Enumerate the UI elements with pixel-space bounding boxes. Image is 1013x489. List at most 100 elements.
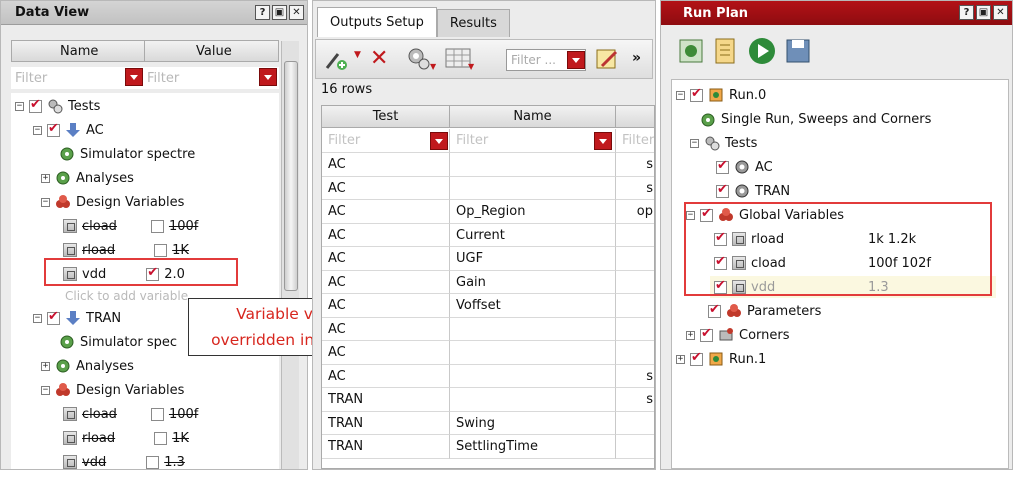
table-cell-c3[interactable] xyxy=(616,341,654,365)
override-checkbox[interactable] xyxy=(146,455,160,469)
table-cell-test[interactable]: AC xyxy=(322,364,450,388)
table-cell-test[interactable]: TRAN xyxy=(322,388,450,412)
scrollbar-thumb[interactable] xyxy=(284,61,298,291)
value-filter-input[interactable]: Filter xyxy=(147,71,179,86)
add-output-icon[interactable] xyxy=(324,48,350,72)
table-cell-name[interactable]: Current xyxy=(450,223,616,247)
column-name-header[interactable]: Name xyxy=(60,44,98,59)
float-icon[interactable]: ▣ xyxy=(976,5,991,20)
tree-item-run0[interactable]: − Run.0 xyxy=(676,84,766,106)
table-cell-c3[interactable]: s xyxy=(616,388,654,412)
name-filter-input[interactable]: Filter xyxy=(450,129,616,153)
outputs-filter-input[interactable]: Filter ... xyxy=(506,49,586,71)
more-tools-icon[interactable]: » xyxy=(632,50,641,66)
variable-row-vdd-tran[interactable]: vdd 1.3 xyxy=(63,451,185,469)
tree-item-corners[interactable]: + Corners xyxy=(686,324,790,346)
table-cell-name[interactable] xyxy=(450,317,616,341)
column-extra-header[interactable] xyxy=(616,106,654,128)
tests-checkbox[interactable] xyxy=(29,97,42,113)
table-cell-c3[interactable]: s xyxy=(616,153,654,177)
name-filter-input[interactable]: Filter xyxy=(15,71,47,86)
new-run-icon[interactable] xyxy=(677,37,705,65)
add-output-dropdown-icon[interactable]: ▼ xyxy=(354,50,361,60)
table-cell-test[interactable]: AC xyxy=(322,153,450,177)
tree-item-single-run[interactable]: Single Run, Sweeps and Corners xyxy=(700,108,931,130)
table-cell-name[interactable]: UGF xyxy=(450,247,616,271)
tree-item-test-tran[interactable]: TRAN xyxy=(716,180,790,202)
value-filter-dropdown-icon[interactable] xyxy=(259,68,277,86)
parameters-checkbox[interactable] xyxy=(708,302,721,318)
column-value-header[interactable]: Value xyxy=(196,44,232,59)
close-icon[interactable]: ✕ xyxy=(289,5,304,20)
table-cell-test[interactable]: AC xyxy=(322,294,450,318)
help-icon[interactable]: ? xyxy=(959,5,974,20)
tree-item-run1[interactable]: + Run.1 xyxy=(676,348,766,370)
collapse-icon[interactable]: − xyxy=(33,125,42,135)
variable-row-cload[interactable]: cload 100f xyxy=(63,215,198,237)
table-cell-name[interactable] xyxy=(450,176,616,200)
table-cell-name[interactable]: SettlingTime xyxy=(450,435,616,459)
table-cell-c3[interactable] xyxy=(616,412,654,435)
table-cell-c3[interactable] xyxy=(616,271,654,294)
corners-checkbox[interactable] xyxy=(700,326,713,342)
collapse-icon[interactable]: − xyxy=(676,90,685,100)
click-to-add-variable[interactable]: Click to add variable xyxy=(65,285,188,307)
table-cell-c3[interactable]: s xyxy=(616,177,654,200)
collapse-icon[interactable]: − xyxy=(15,101,24,111)
tree-item-analyses[interactable]: + Analyses xyxy=(41,167,134,189)
save-icon[interactable] xyxy=(783,36,813,66)
close-icon[interactable]: ✕ xyxy=(993,5,1008,20)
tree-item-simulator-tran[interactable]: Simulator spec xyxy=(59,331,177,353)
settings-icon[interactable] xyxy=(406,46,432,72)
settings-dropdown-icon[interactable]: ▼ xyxy=(430,62,436,71)
expand-icon[interactable]: + xyxy=(41,361,50,371)
tree-item-tests[interactable]: − Tests xyxy=(15,95,100,117)
run0-checkbox[interactable] xyxy=(690,86,703,102)
table-cell-name[interactable]: Voffset xyxy=(450,294,616,318)
table-cell-test[interactable]: AC xyxy=(322,317,450,341)
table-cell-name[interactable]: Gain xyxy=(450,270,616,294)
table-cell-test[interactable]: AC xyxy=(322,341,450,365)
help-icon[interactable]: ? xyxy=(255,5,270,20)
table-view-dropdown-icon[interactable]: ▼ xyxy=(468,62,474,71)
data-view-scrollbar[interactable] xyxy=(281,41,299,469)
tree-item-analyses-tran[interactable]: + Analyses xyxy=(41,355,134,377)
variable-row-cload-tran[interactable]: cload 100f xyxy=(63,403,198,425)
tree-item-test-ac[interactable]: AC xyxy=(716,156,773,178)
script-icon[interactable] xyxy=(711,36,739,66)
override-checkbox[interactable] xyxy=(154,243,168,257)
table-cell-name[interactable]: Swing xyxy=(450,411,616,435)
table-cell-test[interactable]: AC xyxy=(322,223,450,247)
table-cell-name[interactable] xyxy=(450,341,616,365)
column-name-header[interactable]: Name xyxy=(450,106,616,128)
table-cell-c3[interactable] xyxy=(616,435,654,459)
table-cell-test[interactable]: AC xyxy=(322,176,450,200)
table-cell-test[interactable]: AC xyxy=(322,247,450,271)
override-checkbox[interactable] xyxy=(150,407,164,421)
collapse-icon[interactable]: − xyxy=(33,313,42,323)
tab-results[interactable]: Results xyxy=(436,9,510,37)
expand-icon[interactable]: + xyxy=(686,330,695,340)
override-checkbox[interactable] xyxy=(150,219,164,233)
table-cell-name[interactable] xyxy=(450,388,616,412)
tran-checkbox[interactable] xyxy=(47,309,60,325)
table-cell-name[interactable] xyxy=(450,153,616,177)
tree-item-ac[interactable]: − AC xyxy=(33,119,104,141)
tree-item-simulator[interactable]: Simulator spectre xyxy=(59,143,195,165)
collapse-icon[interactable]: − xyxy=(690,138,699,148)
delete-icon[interactable]: ✕ xyxy=(370,46,388,71)
name-filter-dropdown-icon[interactable] xyxy=(125,68,143,86)
tree-item-design-variables[interactable]: − Design Variables xyxy=(41,191,184,213)
tree-item-parameters[interactable]: Parameters xyxy=(708,300,821,322)
table-cell-name[interactable] xyxy=(450,364,616,388)
filter-dropdown-icon[interactable] xyxy=(567,51,585,69)
override-checkbox[interactable] xyxy=(154,431,168,445)
table-cell-test[interactable]: TRAN xyxy=(322,411,450,435)
table-cell-c3[interactable]: s xyxy=(616,365,654,388)
collapse-icon[interactable]: − xyxy=(41,385,50,395)
column-test-header[interactable]: Test xyxy=(322,106,450,128)
table-cell-c3[interactable] xyxy=(616,318,654,341)
collapse-icon[interactable]: − xyxy=(41,197,50,207)
ac-checkbox[interactable] xyxy=(716,158,729,174)
tree-item-tran[interactable]: − TRAN xyxy=(33,307,121,329)
